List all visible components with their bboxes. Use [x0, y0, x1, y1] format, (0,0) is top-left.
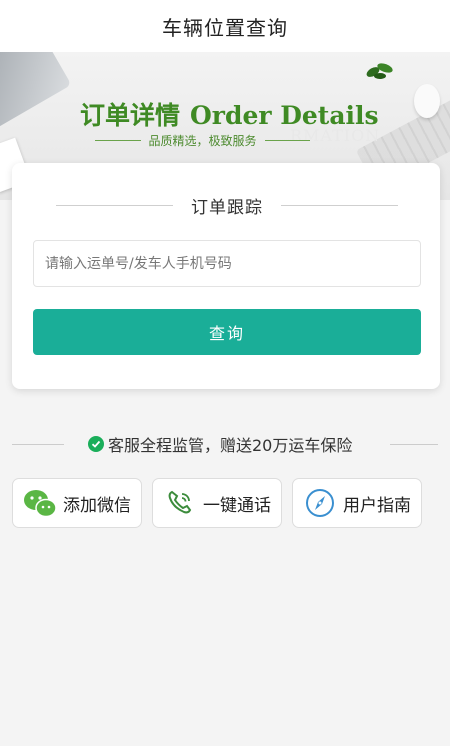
add-wechat-label: 添加微信 — [63, 495, 131, 516]
banner-headline-en: Order Details — [190, 101, 379, 130]
divider — [390, 443, 438, 445]
mouse-decoration — [414, 84, 440, 118]
banner-headline: 订单详情 Order Details — [80, 96, 380, 132]
one-click-call-button[interactable]: 一键通话 — [152, 478, 282, 528]
phone-icon — [163, 486, 197, 520]
add-wechat-button[interactable]: 添加微信 — [12, 478, 142, 528]
banner-headline-cn: 订单详情 — [80, 101, 181, 130]
card-title: 订单跟踪 — [191, 198, 263, 218]
promise-center: 客服全程监管，赠送20万运车保险 — [88, 432, 352, 456]
compass-icon — [303, 486, 337, 520]
user-guide-label: 用户指南 — [343, 495, 411, 516]
banner-slogan: 品质精选，极致服务 — [148, 134, 257, 148]
plant-decoration — [366, 63, 393, 79]
one-click-call-label: 一键通话 — [203, 495, 271, 516]
banner-subline: 品质精选，极致服务 — [95, 132, 311, 149]
user-guide-button[interactable]: 用户指南 — [292, 478, 422, 528]
service-promise: 客服全程监管，赠送20万运车保险 — [12, 432, 438, 456]
check-circle-icon — [88, 436, 104, 452]
card-title-row: 订单跟踪 — [56, 193, 398, 218]
query-button[interactable]: 查询 — [33, 309, 421, 355]
top-bar: 车辆位置查询 — [0, 0, 450, 52]
divider — [95, 140, 141, 141]
promise-text: 客服全程监管，赠送20万运车保险 — [108, 436, 353, 455]
wechat-icon — [23, 486, 57, 520]
divider — [264, 140, 311, 141]
divider — [281, 205, 398, 206]
page-title: 车辆位置查询 — [162, 15, 288, 40]
tracking-number-input[interactable] — [34, 241, 420, 286]
order-tracking-card: 订单跟踪 查询 — [12, 163, 440, 389]
divider — [56, 205, 173, 206]
divider — [12, 443, 64, 445]
quick-actions: 添加微信 一键通话 用户指南 — [12, 478, 424, 530]
laptop-decoration — [0, 52, 72, 130]
tracking-input-box — [33, 240, 421, 287]
